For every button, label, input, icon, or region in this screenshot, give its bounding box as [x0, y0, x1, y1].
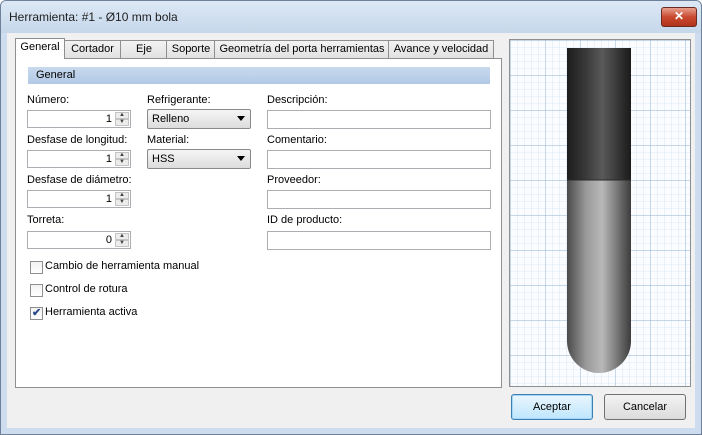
spin-up-icon[interactable]: ▲: [115, 192, 129, 199]
chevron-down-icon: [237, 156, 245, 161]
numero-value: 1: [105, 113, 112, 125]
herramienta-activa-label: Herramienta activa: [45, 306, 138, 318]
desfase-diametro-value: 1: [105, 193, 112, 205]
spin-down-icon[interactable]: ▼: [115, 199, 129, 206]
tool-ball-cutter: [567, 180, 631, 373]
chevron-down-icon: [237, 116, 245, 121]
check-icon: ✔: [32, 307, 42, 319]
refrigerante-label: Refrigerante:: [147, 94, 211, 106]
descripcion-input[interactable]: [267, 110, 491, 129]
close-button[interactable]: ✕: [661, 7, 697, 27]
tab-eje[interactable]: Eje: [120, 40, 168, 58]
comentario-label: Comentario:: [267, 134, 327, 146]
dialog-body: General Cortador Eje Soporte Geometría d…: [7, 33, 695, 428]
tool-preview: [509, 39, 691, 387]
refrigerante-value: Relleno: [152, 113, 190, 125]
torreta-label: Torreta:: [27, 214, 65, 226]
proveedor-label: Proveedor:: [267, 174, 321, 186]
title-bar: Herramienta: #1 - Ø10 mm bola ✕: [1, 1, 701, 33]
spin-up-icon[interactable]: ▲: [115, 152, 129, 159]
general-panel: General Número: 1 ▲ ▼ Desfase de longitud…: [15, 58, 502, 388]
torreta-value: 0: [105, 234, 112, 246]
close-icon: ✕: [673, 9, 685, 23]
desfase-longitud-label: Desfase de longitud:: [27, 134, 128, 146]
aceptar-button[interactable]: Aceptar: [511, 394, 593, 420]
tab-general[interactable]: General: [15, 38, 65, 59]
desfase-diametro-spinner[interactable]: 1 ▲ ▼: [27, 190, 131, 208]
numero-label: Número:: [27, 94, 70, 106]
numero-spinner[interactable]: 1 ▲ ▼: [27, 110, 131, 128]
id-producto-input[interactable]: [267, 231, 491, 250]
spin-down-icon[interactable]: ▼: [115, 240, 129, 247]
refrigerante-select[interactable]: Relleno: [147, 109, 251, 129]
spin-down-icon[interactable]: ▼: [115, 159, 129, 166]
proveedor-input[interactable]: [267, 190, 491, 209]
tab-geometria[interactable]: Geometría del porta herramientas: [214, 40, 390, 58]
descripcion-label: Descripción:: [267, 94, 328, 106]
tool-shank: [567, 48, 631, 180]
control-rotura-label: Control de rotura: [45, 283, 128, 295]
window-title: Herramienta: #1 - Ø10 mm bola: [9, 10, 178, 24]
torreta-spinner[interactable]: 0 ▲ ▼: [27, 231, 131, 249]
spin-up-icon[interactable]: ▲: [115, 233, 129, 240]
desfase-longitud-spinner[interactable]: 1 ▲ ▼: [27, 150, 131, 168]
control-rotura-checkbox[interactable]: [30, 284, 43, 297]
tab-soporte[interactable]: Soporte: [166, 40, 216, 58]
tab-avance-velocidad[interactable]: Avance y velocidad: [388, 40, 494, 58]
tool-dialog: Herramienta: #1 - Ø10 mm bola ✕ General …: [0, 0, 702, 435]
comentario-input[interactable]: [267, 150, 491, 169]
spin-up-icon[interactable]: ▲: [115, 112, 129, 119]
id-producto-label: ID de producto:: [267, 214, 343, 226]
material-select[interactable]: HSS: [147, 149, 251, 169]
material-label: Material:: [147, 134, 190, 146]
spin-down-icon[interactable]: ▼: [115, 119, 129, 126]
section-header: General: [28, 67, 490, 84]
tool-preview-drawing: [510, 40, 690, 386]
tab-cortador[interactable]: Cortador: [63, 40, 122, 58]
herramienta-activa-checkbox[interactable]: ✔: [30, 307, 43, 320]
cambio-manual-checkbox[interactable]: [30, 261, 43, 274]
desfase-diametro-label: Desfase de diámetro:: [27, 174, 132, 186]
desfase-longitud-value: 1: [105, 153, 112, 165]
material-value: HSS: [152, 153, 175, 165]
cambio-manual-label: Cambio de herramienta manual: [45, 260, 200, 272]
cancelar-button[interactable]: Cancelar: [604, 394, 686, 420]
